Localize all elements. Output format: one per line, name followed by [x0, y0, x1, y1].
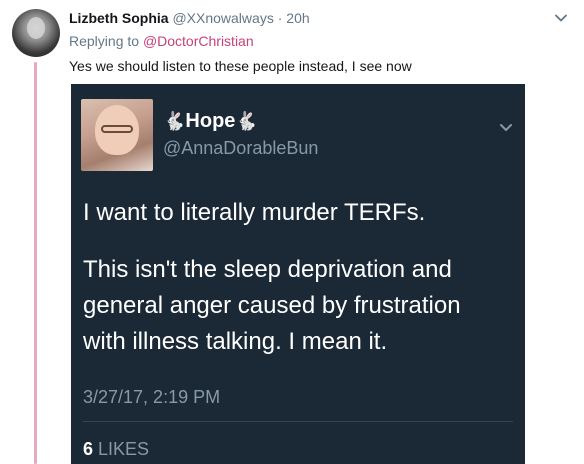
thread-line [34, 62, 37, 464]
embed-timestamp: 3/27/17, 2:19 PM [83, 387, 221, 407]
tweet-text: Yes we should listen to these people ins… [69, 58, 412, 74]
user-handle[interactable]: @XXnowalways [172, 10, 273, 26]
divider [83, 421, 513, 422]
rabbit-icon: 🐇 [235, 111, 258, 131]
separator-dot: · [277, 10, 283, 26]
rabbit-icon: 🐇 [163, 111, 186, 131]
chevron-down-icon[interactable] [555, 12, 567, 24]
likes-label: LIKES [98, 439, 150, 459]
tweet-timestamp[interactable]: 20h [286, 10, 309, 26]
embedded-tweet-screenshot: 🐇Hope🐇 @AnnaDorableBun I want to literal… [71, 84, 525, 464]
replying-to: Replying to @DoctorChristian [69, 33, 254, 49]
display-name[interactable]: Lizbeth Sophia [69, 10, 169, 26]
likes-number: 6 [83, 439, 94, 459]
tweet-header: Lizbeth Sophia @XXnowalways · 20h [69, 10, 310, 26]
embed-name-text: Hope [185, 110, 236, 132]
embed-text-line: with illness talking. I mean it. [83, 328, 388, 355]
embed-text-line: I want to literally murder TERFs. [83, 199, 426, 226]
embed-handle: @AnnaDorableBun [163, 138, 319, 158]
likes-count: 6 LIKES [83, 439, 149, 460]
avatar[interactable] [12, 9, 60, 57]
embed-text-line: This isn't the sleep deprivation and [83, 256, 452, 283]
embed-display-name: 🐇Hope🐇 [163, 110, 258, 133]
replying-to-label: Replying to [69, 33, 140, 49]
chevron-down-icon [500, 124, 512, 131]
embed-text-line: general anger caused by frustration [83, 292, 461, 319]
replying-to-link[interactable]: @DoctorChristian [143, 33, 254, 49]
embed-avatar [81, 99, 153, 171]
